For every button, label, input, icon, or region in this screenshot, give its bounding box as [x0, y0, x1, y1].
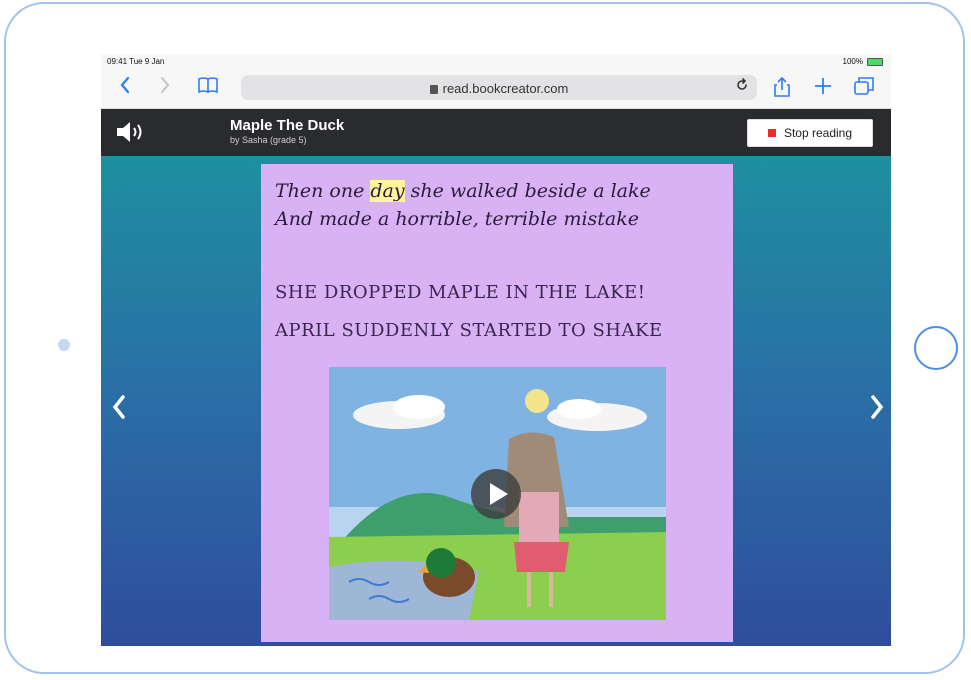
drawing-illustration: [329, 367, 666, 620]
ipad-screen: 09:41 Tue 9 Jan 100% read.bookcreator.co…: [101, 54, 891, 646]
book-page: Then one day she walked beside a lake An…: [261, 164, 733, 642]
previous-page-button[interactable]: [111, 394, 127, 426]
url-text: read.bookcreator.com: [442, 81, 569, 96]
verse-line-1: Then one day she walked beside a lake: [275, 180, 651, 202]
share-icon: [774, 76, 790, 97]
home-button[interactable]: [914, 326, 958, 370]
status-time: 09:41 Tue 9 Jan: [107, 57, 165, 66]
lock-icon: [429, 85, 438, 94]
read-aloud-button[interactable]: [115, 120, 149, 144]
new-tab-button[interactable]: [813, 76, 833, 100]
verse-line-1-start: Then one: [275, 180, 371, 202]
stop-reading-button[interactable]: Stop reading: [747, 119, 873, 147]
reload-icon: [737, 78, 747, 90]
battery-percent: 100%: [842, 57, 863, 66]
bookmarks-button[interactable]: [197, 76, 219, 98]
reader-header: Maple The Duck by Sasha (grade 5) Stop r…: [101, 109, 891, 156]
verse-line-1-end: she walked beside a lake: [404, 180, 651, 202]
chevron-left-icon: [112, 395, 125, 419]
verse-line-3: SHE DROPPED MAPLE IN THE LAKE!: [275, 282, 646, 303]
play-video-button[interactable]: [471, 469, 521, 519]
stop-reading-label: Stop reading: [783, 126, 853, 140]
status-indicators: 100%: [843, 57, 883, 66]
camera-dot: [58, 339, 70, 351]
safari-toolbar: 09:41 Tue 9 Jan 100% read.bookcreator.co…: [101, 54, 891, 109]
chevron-right-icon: [160, 76, 170, 94]
book-title: Maple The Duck: [230, 117, 345, 134]
tabs-icon: [854, 77, 874, 95]
book-icon: [198, 77, 218, 94]
url-display: read.bookcreator.com: [241, 81, 757, 96]
address-bar[interactable]: read.bookcreator.com: [241, 75, 757, 100]
stop-icon: [767, 129, 776, 137]
share-button[interactable]: [773, 76, 791, 102]
reload-button[interactable]: [735, 78, 749, 96]
chevron-left-icon: [120, 76, 130, 94]
reading-area: Then one day she walked beside a lake An…: [101, 156, 891, 646]
next-page-button[interactable]: [869, 394, 885, 426]
verse-line-4: APRIL SUDDENLY STARTED TO SHAKE: [275, 320, 663, 341]
verse-line-2: And made a horrible, terrible mistake: [275, 208, 640, 230]
battery-icon: [867, 57, 883, 66]
chevron-right-icon: [871, 395, 884, 419]
plus-icon: [815, 78, 831, 94]
speaker-icon: [117, 122, 142, 142]
back-button[interactable]: [119, 76, 131, 98]
highlighted-word: day: [370, 180, 405, 202]
tabs-button[interactable]: [853, 76, 875, 100]
book-author: by Sasha (grade 5): [230, 135, 307, 145]
play-icon: [490, 483, 508, 505]
ipad-frame: 09:41 Tue 9 Jan 100% read.bookcreator.co…: [4, 2, 965, 674]
forward-button[interactable]: [159, 76, 171, 98]
